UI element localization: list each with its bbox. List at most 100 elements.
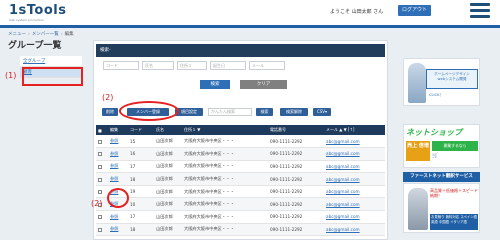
name-cell: 山田次郎 bbox=[154, 147, 182, 161]
edit-link[interactable]: 参照 bbox=[108, 210, 128, 224]
ad3-text: 高品質＋低価格＋スピード納期！ bbox=[430, 188, 478, 198]
ad3-person-image bbox=[408, 188, 428, 230]
code-column-header: コード bbox=[128, 125, 154, 135]
email-link[interactable]: abc@gmail.com bbox=[326, 151, 360, 156]
email-link[interactable]: abc@gmail.com bbox=[326, 189, 360, 194]
address-cell: 大阪府大阪市中央区・・・ bbox=[182, 223, 268, 237]
delete-button[interactable]: 削除 bbox=[102, 108, 118, 116]
code-cell: 18 bbox=[128, 223, 154, 237]
column-settings-button[interactable]: 項目設定 bbox=[175, 108, 203, 116]
code-cell: 10 bbox=[128, 197, 154, 212]
code-cell: 18 bbox=[128, 172, 154, 186]
tel-cell: 090-1111-2292 bbox=[268, 223, 324, 237]
edit-link[interactable]: 参照 bbox=[108, 172, 128, 186]
email-link[interactable]: abc@gmail.com bbox=[326, 177, 360, 182]
row-checkbox[interactable] bbox=[98, 227, 102, 232]
menu-icon[interactable] bbox=[470, 3, 490, 21]
address-cell: 大阪府大阪市中央区・・・ bbox=[182, 147, 268, 161]
name-cell: 山田次郎 bbox=[154, 185, 182, 199]
annotation-highlight-box bbox=[22, 67, 83, 86]
csv-dropdown-button[interactable]: CSV▾ bbox=[313, 108, 331, 116]
email-link[interactable]: abc@gmail.com bbox=[326, 227, 360, 232]
address-cell: 大阪府大阪市中央区・・・ bbox=[182, 172, 268, 186]
tel-cell: 090-1111-2292 bbox=[268, 147, 324, 161]
address-cell: 大阪府大阪市中央区・・・ bbox=[182, 160, 268, 174]
breadcrumb-home[interactable]: メニュー bbox=[8, 32, 26, 37]
table-row: 参照 10 山田次郎 大阪府大阪市中央区・・・ 090-1111-2292 ab… bbox=[96, 197, 385, 212]
logo-text: 1sTools bbox=[9, 3, 67, 18]
translation-ad[interactable]: 高品質＋低価格＋スピード納期！ お見積り 無料対応 スペイン語 英語 中国語 イ… bbox=[403, 183, 480, 233]
row-checkbox[interactable] bbox=[98, 177, 102, 182]
table-row: 参照 17 山田次郎 大阪府大阪市中央区・・・ 090-1111-2292 ab… bbox=[96, 210, 385, 224]
edit-link[interactable]: 参照 bbox=[108, 147, 128, 161]
email-link[interactable]: abc@gmail.com bbox=[326, 164, 360, 169]
name-column-header: 氏名 bbox=[154, 125, 182, 135]
top-bar: 1sTools web system production ようこそ 山田太郎 … bbox=[0, 0, 500, 25]
search-button[interactable]: 検索 bbox=[200, 80, 230, 89]
annotation-label-1: (1) bbox=[5, 71, 17, 80]
table-row: 参照 15 山田次郎 大阪府大阪市中央区・・・ 090-1111-2292 ab… bbox=[96, 135, 385, 149]
select-all-header[interactable]: ■ bbox=[96, 125, 108, 135]
name-cell: 山田次郎 bbox=[154, 135, 182, 149]
annotation-label-2: (2) bbox=[102, 93, 114, 102]
logo[interactable]: 1sTools web system production bbox=[9, 4, 66, 22]
name-cell: 山田次郎 bbox=[154, 172, 182, 186]
welcome-message: ようこそ 山田太郎 さん bbox=[330, 9, 384, 15]
ad3-footer: お見積り 無料対応 スペイン語 英語 中国語 イタリア語 bbox=[430, 214, 478, 230]
tel-cell: 090-1111-2292 bbox=[268, 172, 324, 186]
name-field[interactable]: 氏名 bbox=[142, 61, 174, 70]
address-column-header[interactable]: 住所１ ▼ bbox=[182, 125, 268, 135]
logout-button[interactable]: ログアウト bbox=[398, 5, 431, 16]
email-link[interactable]: abc@gmail.com bbox=[326, 202, 360, 207]
name-cell: 山田次郎 bbox=[154, 210, 182, 224]
cart-icon: 🛒 bbox=[432, 153, 439, 159]
address-cell: 大阪府大阪市中央区・・・ bbox=[182, 185, 268, 199]
table-header-row: ■ 編集 コード 氏名 住所１ ▼ 電話番号 メール ▲ ▼ [↑] bbox=[96, 125, 385, 135]
ad2-subtitle: 開業するなら bbox=[432, 141, 478, 151]
tel-cell: 090-1111-2292 bbox=[268, 160, 324, 174]
table-row: 参照 16 山田次郎 大阪府大阪市中央区・・・ 090-1111-2292 ab… bbox=[96, 147, 385, 161]
address-cell: 大阪府大阪市中央区・・・ bbox=[182, 135, 268, 149]
clear-button[interactable]: クリア bbox=[240, 80, 287, 89]
ad1-click-label: CLICK！ bbox=[429, 93, 444, 97]
header-divider bbox=[0, 25, 500, 28]
translation-ad-header[interactable]: ファーストネット翻訳サービス bbox=[403, 172, 480, 182]
birthday-field[interactable]: 誕生日 bbox=[210, 61, 246, 70]
row-checkbox[interactable] bbox=[98, 152, 102, 157]
name-cell: 山田次郎 bbox=[154, 197, 182, 212]
tel-cell: 090-1111-2292 bbox=[268, 210, 324, 224]
search-panel-header: 検索- bbox=[96, 44, 385, 57]
simple-search-input[interactable]: かんたん検索 bbox=[208, 108, 252, 116]
toolbar-search-button[interactable]: 検索 bbox=[256, 108, 273, 116]
ad2-title: ネットショップ bbox=[406, 128, 462, 137]
code-cell: 19 bbox=[128, 185, 154, 199]
edit-link[interactable]: 参照 bbox=[108, 160, 128, 174]
sidebar-item-all-groups[interactable]: 全グループ bbox=[20, 56, 82, 67]
address-cell: 大阪府大阪市中央区・・・ bbox=[182, 210, 268, 224]
email-link[interactable]: abc@gmail.com bbox=[326, 214, 360, 219]
table-row: 参照 17 山田次郎 大阪府大阪市中央区・・・ 090-1111-2292 ab… bbox=[96, 160, 385, 174]
row-checkbox[interactable] bbox=[98, 139, 102, 144]
net-shop-ad[interactable]: ネットショップ 売上 倍増 開業するなら 🛒 bbox=[403, 124, 480, 168]
breadcrumb: メニュー › メンバー一覧 › 編集 bbox=[8, 32, 74, 37]
address-cell: 大阪府大阪市中央区・・・ bbox=[182, 197, 268, 212]
row-checkbox[interactable] bbox=[98, 215, 102, 220]
annotation-label-3: (2) bbox=[91, 199, 103, 208]
table-row: 参照 19 山田次郎 大阪府大阪市中央区・・・ 090-1111-2292 ab… bbox=[96, 185, 385, 199]
email-column-header[interactable]: メール ▲ ▼ [↑] bbox=[324, 125, 385, 135]
email-link[interactable]: abc@gmail.com bbox=[326, 139, 360, 144]
email-field[interactable]: メール bbox=[249, 61, 285, 70]
row-checkbox[interactable] bbox=[98, 164, 102, 169]
member-table: ■ 編集 コード 氏名 住所１ ▼ 電話番号 メール ▲ ▼ [↑] 参照 15… bbox=[96, 125, 385, 237]
row-checkbox[interactable] bbox=[98, 190, 102, 195]
ad1-line2: webシステム開発 bbox=[437, 77, 467, 81]
ad1-text: ホームページデザイン webシステム開発 bbox=[426, 69, 478, 89]
cancel-search-button[interactable]: 検索解除 bbox=[280, 108, 308, 116]
breadcrumb-list[interactable]: メンバー一覧 bbox=[32, 32, 59, 37]
edit-link[interactable]: 参照 bbox=[108, 135, 128, 149]
code-cell: 15 bbox=[128, 135, 154, 149]
edit-link[interactable]: 参照 bbox=[108, 223, 128, 237]
address-field[interactable]: 住所１ bbox=[177, 61, 207, 70]
web-design-ad[interactable]: ホームページデザイン webシステム開発 CLICK！ bbox=[403, 58, 480, 106]
code-field[interactable]: コード bbox=[103, 61, 139, 70]
